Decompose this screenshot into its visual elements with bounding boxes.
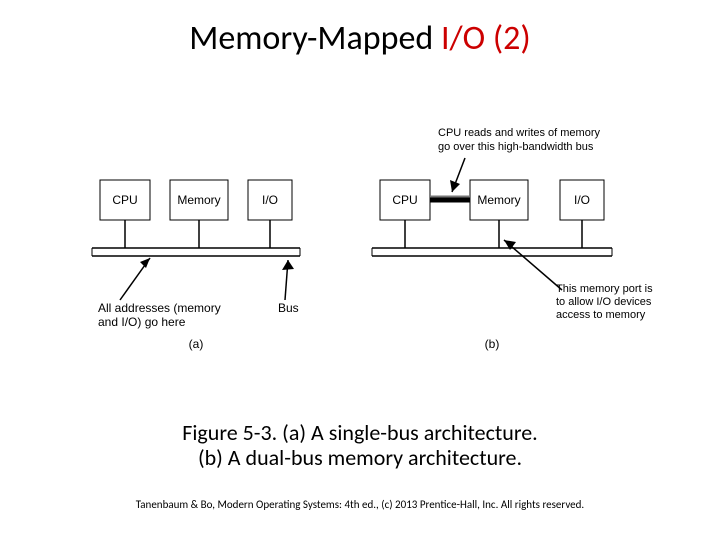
b-sublabel: (b) — [485, 337, 500, 351]
a-note-line1: All addresses (memory — [98, 301, 221, 315]
a-box-io-label: I/O — [262, 193, 278, 207]
copyright-footer: Tanenbaum & Bo, Modern Operating Systems… — [0, 498, 720, 511]
title-part-red: I/O (2) — [441, 18, 531, 59]
a-bus-label: Bus — [278, 301, 299, 315]
slide-title: Memory-Mapped I/O (2) — [0, 18, 720, 59]
b-sidenote-line3: access to memory — [556, 309, 646, 321]
title-part-1: Memory-Mapped — [189, 18, 441, 59]
a-box-memory-label: Memory — [177, 193, 220, 207]
b-topnote-line2: go over this high-bandwidth bus — [438, 141, 594, 153]
b-box-io-label: I/O — [574, 193, 590, 207]
b-sidenote-line1: This memory port is — [556, 283, 653, 295]
diagram-b: CPU Memory I/O CP — [372, 127, 653, 351]
figure-caption: Figure 5-3. (a) A single-bus architectur… — [0, 420, 720, 471]
b-box-memory-label: Memory — [477, 193, 520, 207]
caption-line1: Figure 5-3. (a) A single-bus architectur… — [0, 420, 720, 445]
b-box-cpu-label: CPU — [392, 193, 417, 207]
diagram-stage: CPU Memory I/O All addresses (memory — [0, 110, 720, 370]
a-box-cpu-label: CPU — [112, 193, 137, 207]
b-sidenote-line2: to allow I/O devices — [556, 296, 652, 308]
caption-line2: (b) A dual-bus memory architecture. — [0, 445, 720, 470]
diagram-svg: CPU Memory I/O All addresses (memory — [0, 110, 720, 370]
b-topnote-line1: CPU reads and writes of memory — [438, 127, 600, 139]
a-sublabel: (a) — [189, 337, 204, 351]
a-note-line2: and I/O) go here — [98, 315, 186, 329]
diagram-a: CPU Memory I/O All addresses (memory — [92, 180, 300, 351]
